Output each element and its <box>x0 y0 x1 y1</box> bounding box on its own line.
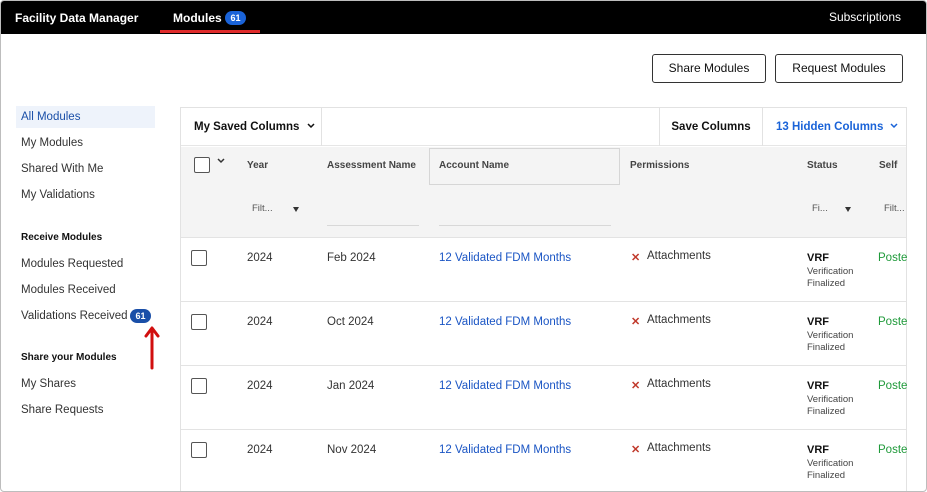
status-filter-caret-icon[interactable] <box>845 207 851 212</box>
modules-table: My Saved Columns Save Columns 13 Hidden … <box>180 107 908 491</box>
sidebar-heading-share: Share your Modules <box>21 352 117 363</box>
sidebar-item-my-validations[interactable]: My Validations <box>16 184 155 206</box>
column-header-account[interactable]: Account Name <box>439 160 509 171</box>
sidebar-item-my-modules[interactable]: My Modules <box>16 132 155 154</box>
saved-columns-dropdown[interactable]: My Saved Columns <box>181 108 322 146</box>
cell-self: Poste <box>878 316 908 328</box>
cell-status-detail: Verification Finalized <box>807 458 854 481</box>
cell-year: 2024 <box>247 316 273 328</box>
cell-status: VRF <box>807 252 829 264</box>
close-icon: ✕ <box>631 380 641 392</box>
chevron-down-icon <box>307 123 315 129</box>
sidebar-heading-receive: Receive Modules <box>21 232 103 243</box>
close-icon: ✕ <box>631 444 641 456</box>
row-checkbox[interactable] <box>191 442 207 458</box>
nav-tab-modules[interactable]: Modules 61 <box>160 1 260 34</box>
select-all-checkbox[interactable] <box>194 157 210 173</box>
row-checkbox[interactable] <box>191 314 207 330</box>
cell-year: 2024 <box>247 444 273 456</box>
chevron-down-icon[interactable] <box>217 158 225 164</box>
close-icon: ✕ <box>631 316 641 328</box>
cell-year: 2024 <box>247 252 273 264</box>
column-header-self[interactable]: Self <box>879 160 897 171</box>
cell-self: Poste <box>878 252 908 264</box>
column-header-assessment[interactable]: Assessment Name <box>327 160 416 171</box>
sidebar-item-shared-with-me[interactable]: Shared With Me <box>16 158 155 180</box>
close-icon: ✕ <box>631 252 641 264</box>
table-row: 2024 Feb 2024 12 Validated FDM Months ✕ … <box>181 237 908 301</box>
table-header: Year Assessment Name Account Name Permis… <box>181 147 906 237</box>
hidden-columns-dropdown[interactable]: 13 Hidden Columns <box>776 108 898 146</box>
cell-status: VRF <box>807 380 829 392</box>
account-filter-input[interactable] <box>439 225 611 226</box>
sidebar-item-share-requests[interactable]: Share Requests <box>16 399 155 421</box>
cell-status: VRF <box>807 316 829 328</box>
cell-status: VRF <box>807 444 829 456</box>
cell-permission: Attachments <box>647 442 711 454</box>
hidden-columns-label: 13 Hidden Columns <box>776 121 884 133</box>
modules-count-badge: 61 <box>225 11 246 25</box>
cell-account-link[interactable]: 12 Validated FDM Months <box>439 380 571 392</box>
validations-count-badge: 61 <box>130 309 151 323</box>
cell-assessment: Nov 2024 <box>327 444 377 456</box>
nav-subscriptions[interactable]: Subscriptions <box>829 10 901 24</box>
cell-account-link[interactable]: 12 Validated FDM Months <box>439 252 571 264</box>
app-title: Facility Data Manager <box>15 11 139 25</box>
cell-account-link[interactable]: 12 Validated FDM Months <box>439 316 571 328</box>
sidebar-item-all-modules[interactable]: All Modules <box>16 106 155 128</box>
cell-permission: Attachments <box>647 250 711 262</box>
cell-self: Poste <box>878 444 908 456</box>
cell-year: 2024 <box>247 380 273 392</box>
share-modules-button[interactable]: Share Modules <box>652 54 766 83</box>
cell-status-detail: Verification Finalized <box>807 266 854 289</box>
status-filter[interactable]: Fi... <box>812 203 828 214</box>
sidebar-item-modules-received[interactable]: Modules Received <box>16 279 155 301</box>
top-nav-bar: Facility Data Manager Modules 61 Subscri… <box>1 1 926 34</box>
row-checkbox[interactable] <box>191 250 207 266</box>
table-row: 2024 Oct 2024 12 Validated FDM Months ✕ … <box>181 301 908 365</box>
annotation-arrow-icon <box>144 326 160 370</box>
cell-account-link[interactable]: 12 Validated FDM Months <box>439 444 571 456</box>
table-row: 2024 Jan 2024 12 Validated FDM Months ✕ … <box>181 365 908 429</box>
cell-self: Poste <box>878 380 908 392</box>
saved-columns-label: My Saved Columns <box>194 121 300 133</box>
year-filter-caret-icon[interactable] <box>293 207 299 212</box>
table-toolbar: My Saved Columns Save Columns 13 Hidden … <box>181 108 906 146</box>
table-row: 2024 Nov 2024 12 Validated FDM Months ✕ … <box>181 429 908 491</box>
request-modules-button[interactable]: Request Modules <box>775 54 903 83</box>
row-checkbox[interactable] <box>191 378 207 394</box>
column-header-year[interactable]: Year <box>247 160 268 171</box>
chevron-down-icon <box>890 123 898 129</box>
column-header-status[interactable]: Status <box>807 160 838 171</box>
app-window: Facility Data Manager Modules 61 Subscri… <box>0 0 927 492</box>
cell-assessment: Feb 2024 <box>327 252 376 264</box>
save-columns-button[interactable]: Save Columns <box>659 108 763 146</box>
sidebar-item-modules-requested[interactable]: Modules Requested <box>16 253 155 275</box>
cell-permission: Attachments <box>647 378 711 390</box>
active-tab-underline <box>160 30 260 33</box>
cell-assessment: Oct 2024 <box>327 316 374 328</box>
cell-permission: Attachments <box>647 314 711 326</box>
sidebar-item-my-shares[interactable]: My Shares <box>16 373 155 395</box>
self-filter[interactable]: Filt... <box>884 203 905 214</box>
cell-status-detail: Verification Finalized <box>807 330 854 353</box>
year-filter[interactable]: Filt... <box>252 203 273 214</box>
cell-status-detail: Verification Finalized <box>807 394 854 417</box>
column-header-permissions[interactable]: Permissions <box>630 160 689 171</box>
assessment-filter-input[interactable] <box>327 225 419 226</box>
nav-tab-modules-label: Modules <box>173 11 222 25</box>
cell-assessment: Jan 2024 <box>327 380 375 392</box>
